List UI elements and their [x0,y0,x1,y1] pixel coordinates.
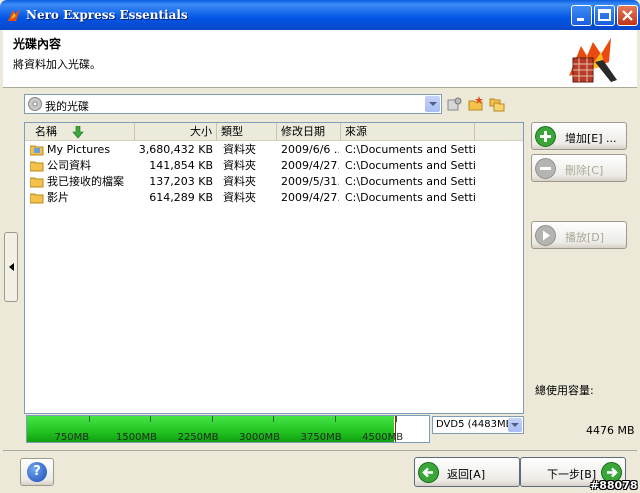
minimize-button[interactable] [571,5,592,26]
folder-icon [30,193,44,204]
capacity-tick-label: 3750MB [300,432,342,443]
capacity-tick-label: 2250MB [177,432,219,443]
watermark: #88078 [590,479,638,492]
file-type: 資料夾 [223,191,256,204]
file-source: C:\Documents and Settings\... [345,191,475,204]
file-date: 2009/5/31... [281,175,339,188]
plus-icon [535,126,556,147]
capacity-tick-label: 3000MB [239,432,281,443]
disc-selector[interactable]: 我的光碟 [24,94,442,114]
file-source: C:\Documents and Settings\... [345,175,475,188]
title-bar[interactable]: Nero Express Essentials [0,0,640,30]
capacity-tick-mark [273,416,275,422]
nero-icon [8,9,20,21]
table-row[interactable]: 公司資料 141,854 KB 資料夾 2009/4/27... C:\Docu… [25,158,523,174]
new-folder-icon[interactable] [468,96,484,112]
minus-icon [535,158,556,179]
maximize-icon [598,9,611,21]
column-name-label: 名稱 [35,125,57,138]
file-size: 137,203 KB [149,175,213,188]
footer-divider [3,450,637,451]
file-name: 我已接收的檔案 [47,175,124,188]
folder-icon [30,177,44,188]
file-name: 公司資料 [47,159,91,172]
table-row[interactable]: 我已接收的檔案 137,203 KB 資料夾 2009/5/31... C:\D… [25,174,523,190]
play-icon [535,225,556,246]
back-button-label: 返回[A] [447,468,486,481]
column-header: 名稱 大小 類型 修改日期 來源 [25,123,523,141]
add-button-label: 增加[E] ... [565,132,617,145]
back-button[interactable]: 返回[A] [414,457,520,487]
page-title: 光碟內容 [13,37,62,51]
table-row[interactable]: 影片 614,289 KB 資料夾 2009/4/27... C:\Docume… [25,190,523,206]
window-title: Nero Express Essentials [26,8,188,22]
disc-name: 我的光碟 [45,100,89,113]
file-source: C:\Documents and Settings\... [345,143,475,156]
play-button[interactable]: 播放[D] [531,221,627,249]
chevron-left-icon [9,263,14,271]
capacity-tick-mark [88,416,90,422]
page-subtitle: 將資料加入光碟。 [13,58,101,71]
add-button[interactable]: 增加[E] ... [531,122,627,150]
file-list[interactable]: 名稱 大小 類型 修改日期 來源 My Pictures 3,680,432 K… [24,122,524,414]
capacity-tick-label: 1500MB [116,432,157,443]
side-panel-toggle[interactable] [4,232,18,302]
column-size-label: 大小 [190,125,212,138]
file-type: 資料夾 [223,175,256,188]
capacity-tick-mark [396,416,398,422]
capacity-tick-label: 4500MB [362,432,404,443]
capacity-tick-mark [211,416,213,422]
sort-down-icon [72,126,84,139]
file-source: C:\Documents and Settings\... [345,159,475,172]
copy-folder-icon[interactable] [489,96,505,112]
chevron-down-icon[interactable] [508,418,522,432]
column-date[interactable]: 修改日期 [277,123,341,141]
folder-pictures-icon [30,145,44,156]
chevron-down-icon[interactable] [425,96,440,112]
capacity-bar: 750MB 1500MB 2250MB 3000MB 3750MB 4500MB [26,415,430,443]
total-capacity-value: 4476 MB [586,424,635,437]
file-name: 影片 [47,191,69,204]
back-arrow-icon [418,462,439,483]
disc-type-selector[interactable]: DVD5 (4483MB) [432,416,524,434]
minimize-icon [577,18,584,21]
file-type: 資料夾 [223,159,256,172]
file-date: 2009/6/6 ... [281,143,339,156]
disc-info-icon[interactable] [446,96,462,112]
close-icon [622,10,633,21]
question-icon: ? [27,462,47,482]
capacity-tick-label: 750MB [54,432,90,443]
wizard-header: 光碟內容 將資料加入光碟。 [3,30,637,88]
column-source-label: 來源 [345,125,367,138]
folder-icon [30,161,44,172]
column-date-label: 修改日期 [281,125,325,138]
file-size: 3,680,432 KB [138,143,213,156]
file-date: 2009/4/27... [281,191,339,204]
file-date: 2009/4/27... [281,159,339,172]
file-name: My Pictures [47,143,111,156]
delete-button-label: 刪除[C] [565,164,604,177]
disc-icon [28,97,42,111]
maximize-button[interactable] [594,5,615,26]
nero-logo-icon [569,38,617,83]
help-button[interactable]: ? [20,458,54,486]
play-button-label: 播放[D] [565,231,605,244]
column-size[interactable]: 大小 [135,123,217,141]
column-type[interactable]: 類型 [217,123,277,141]
capacity-tick-mark [150,416,152,422]
total-capacity-label: 總使用容量: [535,384,594,397]
file-size: 141,854 KB [149,159,213,172]
delete-button[interactable]: 刪除[C] [531,154,627,182]
column-type-label: 類型 [221,125,243,138]
disc-type-value: DVD5 (4483MB) [436,419,517,430]
table-row[interactable]: My Pictures 3,680,432 KB 資料夾 2009/6/6 ..… [25,142,523,158]
capacity-tick-mark [334,416,336,422]
next-button-label: 下一步[B] [547,468,597,481]
file-type: 資料夾 [223,143,256,156]
file-size: 614,289 KB [149,191,213,204]
column-source[interactable]: 來源 [341,123,475,141]
close-button[interactable] [617,5,638,26]
